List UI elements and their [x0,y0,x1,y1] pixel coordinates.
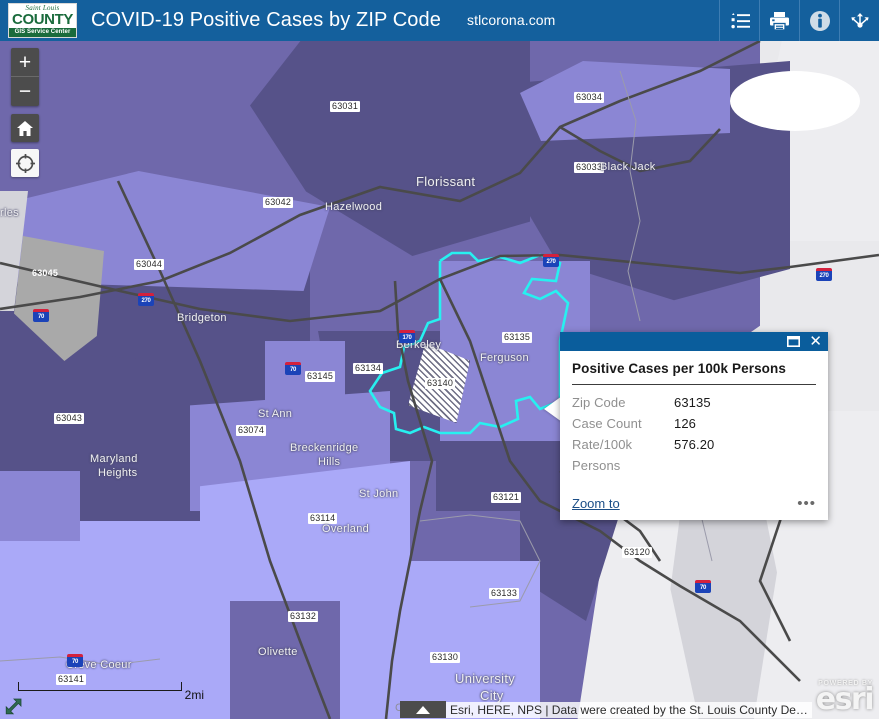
share-button[interactable] [839,0,879,41]
popup-field-list: Zip Code 63135 Case Count 126 Rate/100k Pers… [572,392,816,476]
resize-arrow-icon [5,698,22,715]
legend-icon [730,12,750,28]
zoom-in-button[interactable]: + [11,48,39,77]
covid-zip-map-app: 63031 63034 63033 63042 63045 63044 63135 63134… [0,0,879,719]
popup-close-button[interactable]: ✕ [809,334,822,349]
esri-wordmark: esri [815,682,875,717]
city-label: Olivette [258,646,298,658]
home-button[interactable] [11,114,39,142]
zip-label: 63031 [330,101,361,112]
zoom-controls: + − [11,48,39,106]
popup-field-value: 576.20 [674,437,715,452]
popup-field-name: Zip Code [572,395,626,410]
zip-label: 63140 [425,378,456,389]
site-url-label: stlcorona.com [467,12,556,28]
zip-label: 63034 [574,92,605,103]
city-label: Ferguson [480,352,529,364]
highway-shield-icon: 70 [695,580,711,593]
chevron-up-icon [416,705,430,714]
popup-title: Positive Cases per 100k Persons [572,361,816,385]
scale-bar-line [18,682,182,691]
highway-shield-icon: 170 [399,330,415,343]
resize-handle[interactable] [5,697,23,715]
popup-more-actions-button[interactable]: ••• [797,496,816,511]
zip-label: 63074 [236,425,267,436]
scale-bar-label: 2mi [184,688,204,702]
attribution: Esri, HERE, NPS | Data were created by t… [400,700,812,719]
highway-shield-icon: 270 [816,268,832,281]
home-icon [17,120,33,136]
popup-body: Positive Cases per 100k Persons Zip Code… [560,351,828,480]
highway-shield-icon: 270 [138,293,154,306]
popup-field-name: Case Count [572,416,642,431]
logo-county-text: COUNTY [12,11,73,28]
attribution-text: Esri, HERE, NPS | Data were created by t… [446,701,812,718]
map-control-stack: + − [11,48,39,177]
city-label: rles [0,207,19,219]
city-label: Black Jack [600,161,656,173]
city-label: Hazelwood [325,201,383,213]
zip-label: 63135 [502,332,533,343]
app-header: Saint Louis COUNTY GIS Service Center CO… [0,0,879,41]
popup-field-row: Zip Code 63135 [572,392,816,413]
map-canvas[interactable]: 63031 63034 63033 63042 63045 63044 63135 63134… [0,41,879,719]
city-label: Breckenridge [290,442,359,454]
highway-shield-icon: 70 [33,309,49,322]
locate-button[interactable] [11,149,39,177]
print-button[interactable] [759,0,799,41]
zip-label: 63145 [305,371,336,382]
legend-button[interactable] [719,0,759,41]
popup-footer: Zoom to ••• [560,480,828,520]
header-tools [719,0,879,41]
zip-label: 63121 [491,492,522,503]
county-gis-logo[interactable]: Saint Louis COUNTY GIS Service Center [8,3,77,38]
city-label: Heights [98,467,138,479]
city-label: University [455,671,516,686]
zip-label: 63043 [54,413,85,424]
zip-label: 63132 [288,611,319,622]
zoom-to-link[interactable]: Zoom to [572,496,620,511]
zip-label: 63044 [134,259,165,270]
popup-field-value: 63135 [674,395,711,410]
locate-icon [15,153,35,173]
popup-header: ✕ [560,332,828,351]
city-label: Bridgeton [177,312,227,324]
city-label: St Ann [258,408,293,420]
scale-bar: 2mi [18,682,204,702]
popup-field-value: 126 [674,416,696,431]
feature-popup: ✕ Positive Cases per 100k Persons Zip Co… [560,332,828,520]
info-button[interactable] [799,0,839,41]
city-label: Overland [322,523,370,535]
zip-label: 63120 [622,547,653,558]
city-label: Hills [318,456,341,468]
city-label: Maryland [90,453,138,465]
highway-shield-icon: 270 [543,254,559,267]
highway-shield-icon: 70 [67,654,83,667]
zip-label: 63045 [32,268,59,278]
highway-shield-icon: 70 [285,362,301,375]
print-icon [770,11,789,31]
zip-label: 63130 [430,652,461,663]
attribution-toggle-button[interactable] [400,701,446,718]
maximize-icon[interactable] [787,336,801,347]
zip-label: 63134 [353,363,384,374]
esri-logo: POWERED BY esri [815,680,875,717]
zip-label: 63042 [263,197,294,208]
share-icon [850,12,869,28]
logo-band-text: GIS Service Center [9,28,76,37]
popup-field-row: Rate/100k Persons 576.20 [572,434,816,476]
popup-field-name: Rate/100k Persons [572,437,633,473]
info-icon [809,10,830,31]
city-label: Florissant [416,174,476,189]
page-title: COVID-19 Positive Cases by ZIP Code [91,9,441,31]
zip-label: 63133 [489,588,520,599]
zoom-out-button[interactable]: − [11,77,39,106]
city-label: St John [359,488,399,500]
popup-field-row: Case Count 126 [572,413,816,434]
